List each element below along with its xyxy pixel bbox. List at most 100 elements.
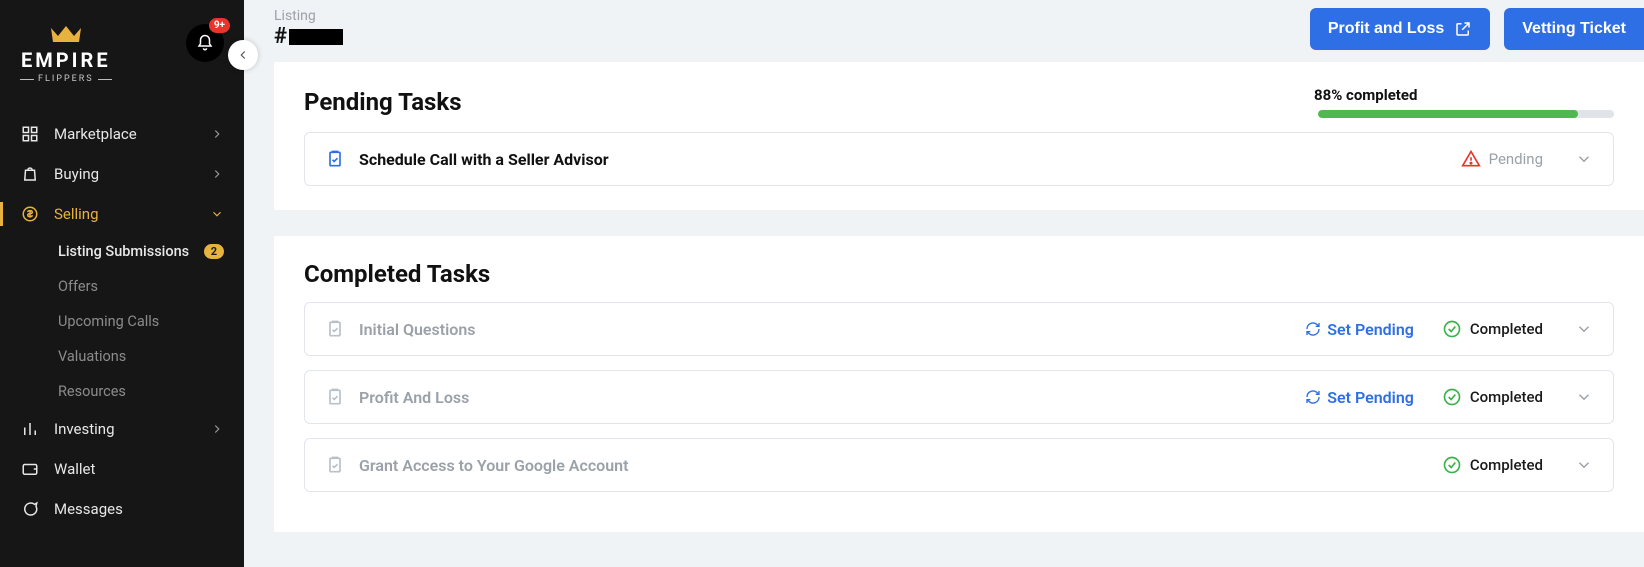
task-status: Pending <box>1461 149 1543 169</box>
vetting-ticket-button[interactable]: Vetting Ticket <box>1504 8 1644 50</box>
progress-bar <box>1318 110 1614 118</box>
completed-task-row[interactable]: Initial Questions Set Pending Completed <box>304 302 1614 356</box>
count-badge: 2 <box>204 244 224 259</box>
subnav-label: Offers <box>58 278 98 295</box>
task-status: Completed <box>1442 455 1543 475</box>
subnav-label: Upcoming Calls <box>58 313 159 330</box>
alert-icon <box>1461 149 1481 169</box>
task-title: Grant Access to Your Google Account <box>359 456 1428 475</box>
completed-task-row[interactable]: Profit And Loss Set Pending Completed <box>304 370 1614 424</box>
subnav-resources[interactable]: Resources <box>0 374 244 409</box>
set-pending-button[interactable]: Set Pending <box>1305 320 1414 339</box>
expand-button[interactable] <box>1575 388 1593 406</box>
grid-icon <box>20 124 40 144</box>
nav-marketplace[interactable]: Marketplace <box>0 114 244 154</box>
chevron-right-icon <box>210 127 224 141</box>
check-circle-icon <box>1442 387 1462 407</box>
subnav-listing-submissions[interactable]: Listing Submissions 2 <box>0 234 244 269</box>
status-label: Pending <box>1489 150 1543 168</box>
header-actions: Profit and Loss Vetting Ticket <box>1310 8 1644 50</box>
listing-id: # <box>274 24 343 49</box>
refresh-icon <box>1305 389 1321 405</box>
nav-label: Selling <box>54 205 196 223</box>
button-label: Vetting Ticket <box>1522 20 1626 38</box>
set-pending-label: Set Pending <box>1327 320 1414 339</box>
chat-icon <box>20 499 40 519</box>
subnav-valuations[interactable]: Valuations <box>0 339 244 374</box>
logo-text: EMPIRE <box>21 48 111 72</box>
progress-fill <box>1318 110 1578 118</box>
panel-header: Completed Tasks <box>304 260 1614 288</box>
topbar: Listing # Profit and Loss Vetting Ticket <box>274 0 1644 62</box>
dollar-circle-icon <box>20 204 40 224</box>
expand-button[interactable] <box>1575 150 1593 168</box>
progress-label: 88% completed <box>1314 86 1417 104</box>
listing-prefix: # <box>274 24 287 49</box>
redacted-text <box>289 29 343 45</box>
set-pending-button[interactable]: Set Pending <box>1305 388 1414 407</box>
panel-header: Pending Tasks 88% completed <box>304 86 1614 118</box>
clipboard-icon <box>325 319 345 339</box>
subnav-label: Valuations <box>58 348 126 365</box>
nav-label: Marketplace <box>54 125 196 143</box>
sidebar: EMPIRE FLIPPERS 9+ Marketplace Buy <box>0 0 244 567</box>
button-label: Profit and Loss <box>1328 20 1444 38</box>
subnav-offers[interactable]: Offers <box>0 269 244 304</box>
task-title: Initial Questions <box>359 320 1291 339</box>
listing-heading: Listing # <box>274 8 343 49</box>
nav-selling[interactable]: Selling <box>0 194 244 234</box>
status-label: Completed <box>1470 320 1543 338</box>
task-status: Completed <box>1442 387 1543 407</box>
external-link-icon <box>1454 20 1472 38</box>
clipboard-icon <box>325 455 345 475</box>
main-content: Listing # Profit and Loss Vetting Ticket… <box>244 0 1644 532</box>
primary-nav: Marketplace Buying Selling <box>0 114 244 529</box>
clipboard-icon <box>325 387 345 407</box>
subnav-label: Resources <box>58 383 126 400</box>
nav-label: Wallet <box>54 460 224 478</box>
task-title: Profit And Loss <box>359 388 1291 407</box>
status-label: Completed <box>1470 456 1543 474</box>
listing-label: Listing <box>274 8 343 24</box>
task-status: Completed <box>1442 319 1543 339</box>
expand-button[interactable] <box>1575 456 1593 474</box>
subnav-label: Listing Submissions <box>58 243 189 260</box>
crown-icon <box>49 24 83 44</box>
progress-area: 88% completed <box>1314 86 1614 118</box>
logo-subtext: FLIPPERS <box>20 74 112 84</box>
task-title: Schedule Call with a Seller Advisor <box>359 150 1447 169</box>
refresh-icon <box>1305 321 1321 337</box>
logo[interactable]: EMPIRE FLIPPERS <box>20 24 112 84</box>
completed-tasks-panel: Completed Tasks Initial Questions Set Pe… <box>274 236 1644 532</box>
status-label: Completed <box>1470 388 1543 406</box>
set-pending-label: Set Pending <box>1327 388 1414 407</box>
notifications-badge: 9+ <box>209 18 230 33</box>
chevron-right-icon <box>210 167 224 181</box>
pending-task-row[interactable]: Schedule Call with a Seller Advisor Pend… <box>304 132 1614 186</box>
profit-and-loss-button[interactable]: Profit and Loss <box>1310 8 1490 50</box>
chevron-right-icon <box>210 422 224 436</box>
expand-button[interactable] <box>1575 320 1593 338</box>
nav-messages[interactable]: Messages <box>0 489 244 529</box>
pending-tasks-title: Pending Tasks <box>304 88 462 116</box>
chevron-down-icon <box>210 207 224 221</box>
completed-tasks-title: Completed Tasks <box>304 260 490 288</box>
bag-icon <box>20 164 40 184</box>
nav-label: Buying <box>54 165 196 183</box>
nav-investing[interactable]: Investing <box>0 409 244 449</box>
nav-buying[interactable]: Buying <box>0 154 244 194</box>
wallet-icon <box>20 459 40 479</box>
nav-label: Messages <box>54 500 224 518</box>
completed-task-row[interactable]: Grant Access to Your Google Account Comp… <box>304 438 1614 492</box>
notifications-button[interactable]: 9+ <box>186 24 224 62</box>
selling-subnav: Listing Submissions 2 Offers Upcoming Ca… <box>0 234 244 409</box>
subnav-upcoming-calls[interactable]: Upcoming Calls <box>0 304 244 339</box>
clipboard-icon <box>325 149 345 169</box>
nav-label: Investing <box>54 420 196 438</box>
check-circle-icon <box>1442 319 1462 339</box>
check-circle-icon <box>1442 455 1462 475</box>
bars-icon <box>20 419 40 439</box>
logo-area: EMPIRE FLIPPERS 9+ <box>0 0 244 94</box>
bell-icon <box>196 34 214 52</box>
nav-wallet[interactable]: Wallet <box>0 449 244 489</box>
